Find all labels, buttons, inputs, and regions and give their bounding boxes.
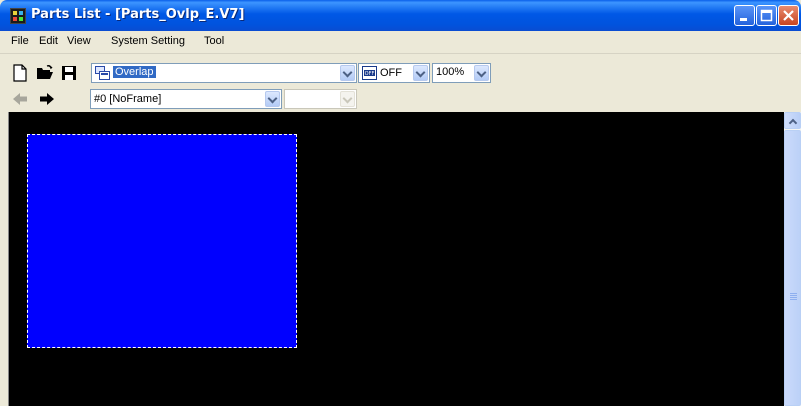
grip-line <box>790 297 797 298</box>
menu-view[interactable]: View <box>67 35 91 47</box>
off-toggle-icon: OFF <box>362 66 377 80</box>
app-window: Parts List - [Parts_Ovlp_E.V7] File Edit… <box>0 0 801 406</box>
canvas-left-border <box>0 112 9 406</box>
layer-combo[interactable]: Overlap <box>91 63 357 83</box>
maximize-icon <box>760 9 773 22</box>
vertical-scrollbar[interactable] <box>784 112 801 406</box>
close-icon <box>783 10 794 21</box>
close-button[interactable] <box>778 5 799 26</box>
grip-line <box>790 299 797 300</box>
menu-edit[interactable]: Edit <box>39 35 58 47</box>
design-canvas[interactable] <box>9 112 784 406</box>
navigation-toolbar: #0 [NoFrame] <box>0 87 801 111</box>
scroll-up-icon[interactable] <box>784 112 801 129</box>
save-icon[interactable] <box>60 64 78 82</box>
title-bar[interactable]: Parts List - [Parts_Ovlp_E.V7] <box>0 0 801 31</box>
frame-combo-value: #0 [NoFrame] <box>94 93 162 105</box>
maximize-button[interactable] <box>756 5 777 26</box>
frame-combo[interactable]: #0 [NoFrame] <box>90 89 282 109</box>
svg-text:OFF: OFF <box>365 71 375 77</box>
window-title: Parts List - [Parts_Ovlp_E.V7] <box>31 7 245 22</box>
minimize-button[interactable] <box>734 5 755 26</box>
chevron-down-icon[interactable] <box>340 65 355 81</box>
menu-bar: File Edit View System Setting Tool <box>0 31 801 54</box>
new-file-icon[interactable] <box>11 64 29 82</box>
grip-line <box>790 295 797 296</box>
menu-tool[interactable]: Tool <box>204 35 224 47</box>
layer-combo-value: Overlap <box>113 66 156 78</box>
chevron-down-icon[interactable] <box>413 65 428 81</box>
minimize-icon <box>740 18 747 21</box>
grip-line <box>790 293 797 294</box>
open-folder-icon[interactable] <box>36 64 54 82</box>
layer-icon <box>95 66 110 80</box>
back-arrow-icon[interactable] <box>11 90 29 108</box>
off-label: OFF <box>380 67 402 79</box>
scroll-thumb[interactable] <box>784 130 801 406</box>
chevron-down-icon[interactable] <box>474 65 489 81</box>
app-icon[interactable] <box>10 8 26 24</box>
selected-part-rectangle[interactable] <box>27 134 297 348</box>
off-toggle-combo[interactable]: OFF OFF <box>358 63 430 83</box>
forward-arrow-icon[interactable] <box>38 90 56 108</box>
chevron-down-icon <box>340 91 355 107</box>
menu-file[interactable]: File <box>11 35 29 47</box>
secondary-combo <box>284 89 357 109</box>
menu-system-setting[interactable]: System Setting <box>111 35 185 47</box>
main-toolbar: Overlap OFF OFF 100% <box>0 60 801 86</box>
zoom-value: 100% <box>436 66 465 78</box>
zoom-combo[interactable]: 100% <box>432 63 491 83</box>
chevron-down-icon[interactable] <box>265 91 280 107</box>
